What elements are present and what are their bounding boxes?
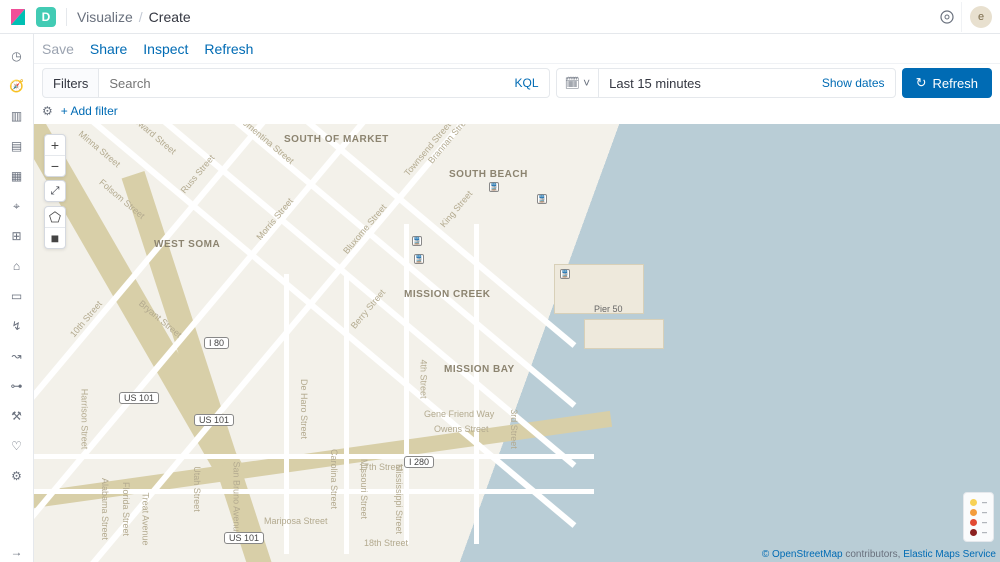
breadcrumb-app[interactable]: Visualize <box>77 9 133 25</box>
fit-bounds-button[interactable]: ⤢ <box>44 180 66 202</box>
zoom-in-button[interactable]: + <box>45 135 65 155</box>
query-bar: Filters KQL 🗓 ˅ Last 15 minutes Show dat… <box>34 64 1000 102</box>
search-box[interactable]: KQL <box>99 68 549 98</box>
help-icon[interactable] <box>932 2 962 32</box>
refresh-icon: ↻ <box>916 75 927 91</box>
map-viewport[interactable]: › <box>34 124 1000 562</box>
map-legend[interactable]: – – – – <box>963 492 994 542</box>
filter-bar: ⚙ + Add filter <box>34 102 1000 124</box>
kql-toggle[interactable]: KQL <box>515 76 539 90</box>
nav-recent-icon[interactable]: ◷ <box>7 46 27 66</box>
kibana-logo <box>8 7 28 27</box>
nav-dashboard-icon[interactable]: ▤ <box>7 136 27 156</box>
calendar-icon[interactable]: 🗓 ˅ <box>557 69 600 97</box>
street-label: San Bruno Avenue <box>231 462 241 537</box>
street-label: Mariposa Street <box>264 516 328 526</box>
nav-devtools-icon[interactable]: ⚒ <box>7 406 27 426</box>
street-label: King Street <box>438 189 474 230</box>
nav-infra-icon[interactable]: ⌂ <box>7 256 27 276</box>
show-dates-link[interactable]: Show dates <box>812 76 895 90</box>
map-canvas[interactable]: SOUTH OF MARKET SOUTH BEACH WEST SOMA MI… <box>34 124 1000 562</box>
transit-icon: 🚆 <box>414 254 424 264</box>
refresh-button-label: Refresh <box>932 76 978 91</box>
transit-icon: 🚆 <box>489 182 499 192</box>
highway-shield: I 280 <box>404 456 434 468</box>
draw-control: ⬠ ■ <box>44 206 66 249</box>
nav-canvas-icon[interactable]: ▦ <box>7 166 27 186</box>
nav-maps-icon[interactable]: ⌖ <box>7 196 27 216</box>
refresh-button[interactable]: ↻ Refresh <box>902 68 992 98</box>
nav-graph-icon[interactable]: ⊶ <box>7 376 27 396</box>
divider <box>66 8 67 26</box>
transit-icon: 🚆 <box>412 236 422 246</box>
save-button[interactable]: Save <box>42 41 74 57</box>
zoom-out-button[interactable]: − <box>45 156 65 176</box>
refresh-link[interactable]: Refresh <box>204 41 253 57</box>
share-button[interactable]: Share <box>90 41 127 57</box>
add-filter-button[interactable]: + Add filter <box>61 104 118 118</box>
pier-label: Pier 50 <box>594 304 623 314</box>
street-label: Treat Avenue <box>141 492 151 545</box>
nav-apm-icon[interactable]: ↯ <box>7 316 27 336</box>
street-label: Minna Street <box>77 129 123 169</box>
search-input[interactable] <box>109 76 514 91</box>
nav-collapse-icon[interactable]: → <box>7 542 27 562</box>
district-label: SOUTH OF MARKET <box>284 134 389 145</box>
street-label: De Haro Street <box>299 379 309 439</box>
street-label: 17th Street <box>359 462 403 472</box>
nav-uptime-icon[interactable]: ↝ <box>7 346 27 366</box>
map-attribution: © OpenStreetMap contributors, Elastic Ma… <box>762 549 996 560</box>
nav-monitoring-icon[interactable]: ♡ <box>7 436 27 456</box>
filter-settings-icon[interactable]: ⚙ <box>42 104 53 118</box>
nav-ml-icon[interactable]: ⊞ <box>7 226 27 246</box>
highway-shield: I 80 <box>204 337 229 349</box>
left-nav: ◷ 🧭 ▥ ▤ ▦ ⌖ ⊞ ⌂ ▭ ↯ ↝ ⊶ ⚒ ♡ ⚙ → <box>0 34 34 562</box>
date-picker[interactable]: 🗓 ˅ Last 15 minutes Show dates <box>556 68 896 98</box>
street-label: Harrison Street <box>79 389 89 450</box>
inspect-button[interactable]: Inspect <box>143 41 188 57</box>
top-bar: D Visualize / Create e <box>0 0 1000 34</box>
zoom-control: + − <box>44 134 66 177</box>
district-label: MISSION CREEK <box>404 289 491 300</box>
ems-link[interactable]: Elastic Maps Service <box>903 549 996 560</box>
app-toolbar: Save Share Inspect Refresh <box>34 34 1000 64</box>
nav-logs-icon[interactable]: ▭ <box>7 286 27 306</box>
transit-icon: 🚆 <box>560 269 570 279</box>
breadcrumb-current: Create <box>149 9 191 25</box>
street-label: 3rd Street <box>509 409 519 449</box>
space-badge[interactable]: D <box>36 7 56 27</box>
filters-label[interactable]: Filters <box>42 68 99 98</box>
street-label: 4th Street <box>419 359 429 398</box>
street-label: Utah Street <box>192 466 202 512</box>
street-label: Gene Friend Way <box>424 409 494 419</box>
osm-link[interactable]: © OpenStreetMap <box>762 549 843 560</box>
draw-rectangle-button[interactable]: ■ <box>45 228 65 248</box>
street-label: Alabama Street <box>100 478 110 540</box>
nav-visualize-icon[interactable]: ▥ <box>7 106 27 126</box>
district-label: WEST SOMA <box>154 239 220 250</box>
user-avatar[interactable]: e <box>970 6 992 28</box>
draw-polygon-button[interactable]: ⬠ <box>45 207 65 227</box>
highway-shield: US 101 <box>194 414 234 426</box>
transit-icon: 🚆 <box>537 194 547 204</box>
breadcrumb-separator: / <box>139 9 143 25</box>
highway-shield: US 101 <box>224 532 264 544</box>
street-label: Florida Street <box>121 482 131 536</box>
street-label: 18th Street <box>364 538 408 548</box>
breadcrumb: Visualize / Create <box>77 9 191 25</box>
nav-discover-icon[interactable]: 🧭 <box>7 76 27 96</box>
time-range-text: Last 15 minutes <box>599 76 812 91</box>
district-label: SOUTH BEACH <box>449 169 528 180</box>
nav-management-icon[interactable]: ⚙ <box>7 466 27 486</box>
street-label: Carolina Street <box>329 449 339 509</box>
district-label: MISSION BAY <box>444 364 515 375</box>
street-label: Mississippi Street <box>394 464 404 534</box>
street-label: Owens Street <box>434 424 489 434</box>
highway-shield: US 101 <box>119 392 159 404</box>
